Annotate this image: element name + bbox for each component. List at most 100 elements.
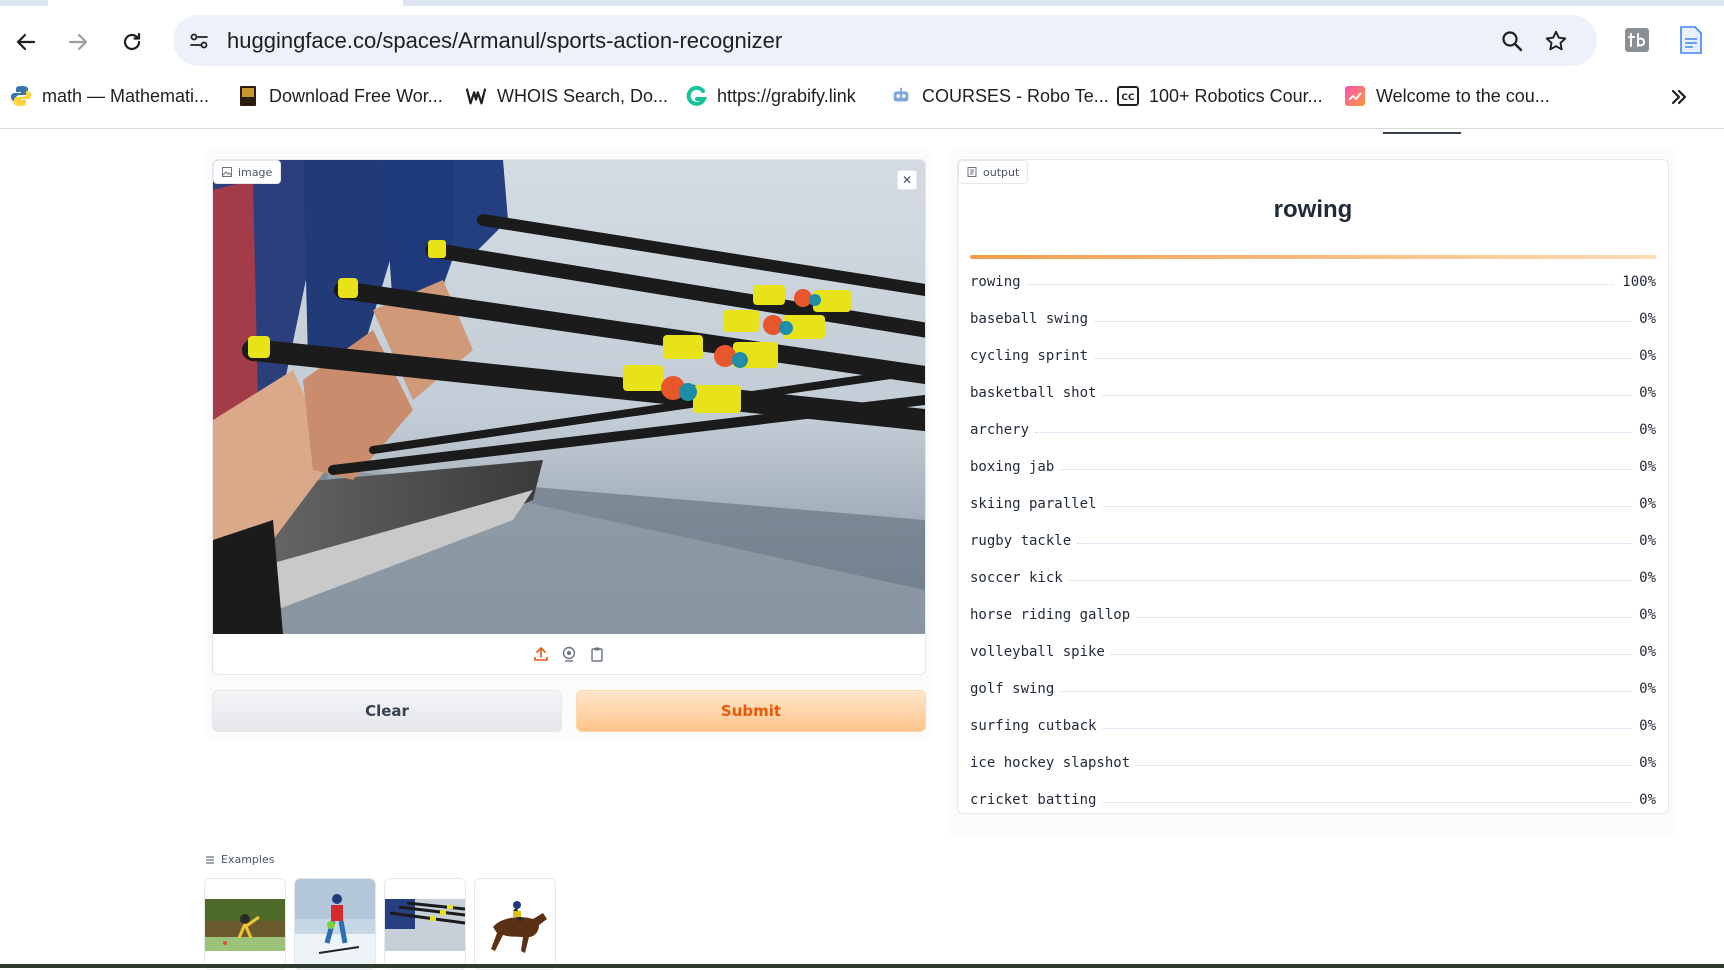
example-thumbnail-skiing[interactable] [294, 878, 376, 970]
confidence-label: horse riding gallop [970, 606, 1131, 623]
confidence-label: surfing cutback [970, 717, 1097, 734]
dotted-leader [1136, 765, 1632, 766]
zoom-icon[interactable] [1498, 27, 1526, 55]
chevron-double-right-icon [1671, 89, 1687, 105]
back-button[interactable] [6, 22, 46, 62]
bookmark-star-icon[interactable] [1542, 27, 1570, 55]
confidence-label: volleyball spike [970, 643, 1105, 660]
confidence-value: 0% [1639, 606, 1656, 623]
confidence-label: rugby tackle [970, 532, 1072, 549]
confidence-value: 0% [1639, 643, 1656, 660]
bookmark-label: COURSES - Robo Te... [922, 85, 1109, 106]
submit-button[interactable]: Submit [576, 690, 926, 732]
bookmark-item[interactable]: Welcome to the cou... [1344, 80, 1550, 112]
webcam-icon[interactable] [560, 645, 578, 663]
output-icon [967, 167, 977, 177]
dotted-leader [1102, 506, 1632, 507]
confidence-label: boxing jab [970, 458, 1055, 475]
forward-button[interactable] [58, 22, 98, 62]
url-text[interactable]: huggingface.co/spaces/Armanul/sports-act… [227, 28, 782, 54]
confidence-value: 0% [1639, 717, 1656, 734]
bookmark-label: Download Free Wor... [269, 85, 443, 106]
site-settings-icon[interactable] [185, 27, 213, 55]
confidence-row: archery 0% [970, 411, 1656, 448]
address-bar[interactable]: huggingface.co/spaces/Armanul/sports-act… [173, 15, 1597, 66]
close-icon: ✕ [901, 173, 913, 187]
dotted-leader [1094, 358, 1632, 359]
dotted-leader [1026, 284, 1615, 285]
confidence-value: 100% [1622, 273, 1656, 290]
welcome-icon [1344, 85, 1366, 107]
bookmark-item[interactable]: WHOIS Search, Do... [465, 80, 668, 112]
confidence-list: rowing 100% baseball swing 0% cycling sprint… [970, 263, 1656, 818]
confidence-value: 0% [1639, 680, 1656, 697]
tab-strip [0, 0, 1724, 6]
confidence-label: cycling sprint [970, 347, 1089, 364]
confidence-row: ice hockey slapshot 0% [970, 744, 1656, 781]
confidence-label: rowing [970, 273, 1021, 290]
active-page-tab-indicator [1383, 132, 1461, 134]
more-bookmarks-button[interactable] [1666, 84, 1692, 110]
bookmark-item[interactable]: https://grabify.link [685, 80, 856, 112]
example-thumbnail-rowing[interactable] [384, 878, 466, 970]
active-tab[interactable] [48, 0, 403, 6]
confidence-row: basketball shot 0% [970, 374, 1656, 411]
list-icon [206, 855, 214, 864]
dotted-leader [1102, 395, 1632, 396]
confidence-row: baseball swing 0% [970, 300, 1656, 337]
predicted-label: rowing [1273, 196, 1353, 223]
confidence-row: volleyball spike 0% [970, 633, 1656, 670]
confidence-label: archery [970, 421, 1030, 438]
reload-button[interactable] [112, 22, 152, 62]
cc-icon: CC [1117, 85, 1139, 107]
clear-image-button[interactable]: ✕ [897, 170, 917, 190]
confidence-row: surfing cutback 0% [970, 707, 1656, 744]
dotted-leader [1068, 580, 1632, 581]
bookmark-item[interactable]: Download Free Wor... [237, 80, 443, 112]
image-source-toolbar [213, 634, 925, 674]
confidence-row: soccer kick 0% [970, 559, 1656, 596]
output-label-chip: output [958, 160, 1029, 184]
confidence-value: 0% [1639, 791, 1656, 808]
confidence-row: rugby tackle 0% [970, 522, 1656, 559]
confidence-bar-fill [970, 255, 1656, 259]
arrow-left-icon [16, 33, 36, 51]
tb-extension-icon[interactable] [1623, 26, 1651, 54]
svg-text:CC: CC [1121, 93, 1135, 103]
confidence-row: golf swing 0% [970, 670, 1656, 707]
confidence-row: cricket batting 0% [970, 781, 1656, 818]
examples-label: Examples [221, 853, 275, 866]
image-input[interactable]: image ✕ [212, 159, 926, 675]
bookmark-item[interactable]: CC 100+ Robotics Cour... [1117, 80, 1323, 112]
image-label-chip: image [213, 160, 282, 184]
uploaded-image [213, 160, 925, 634]
confidence-label: soccer kick [970, 569, 1063, 586]
dotted-leader [1060, 691, 1632, 692]
clipboard-icon[interactable] [588, 645, 606, 663]
confidence-value: 0% [1639, 384, 1656, 401]
confidence-value: 0% [1639, 754, 1656, 771]
grabify-icon [685, 85, 707, 107]
whois-icon [465, 85, 487, 107]
bookmarks-bar: math — Mathemati... Download Free Wor...… [0, 80, 1724, 114]
confidence-value: 0% [1639, 421, 1656, 438]
example-thumbnail-horse[interactable] [474, 878, 556, 970]
example-thumbnail-golf[interactable] [204, 878, 286, 970]
confidence-value: 0% [1639, 310, 1656, 327]
confidence-label: cricket batting [970, 791, 1097, 808]
bookmark-item[interactable]: COURSES - Robo Te... [890, 80, 1109, 112]
docs-extension-icon[interactable] [1677, 26, 1705, 54]
output-chip-label: output [983, 165, 1020, 179]
dotted-leader [1077, 543, 1632, 544]
bookmark-label: https://grabify.link [717, 85, 856, 106]
confidence-label: skiing parallel [970, 495, 1097, 512]
upload-icon[interactable] [532, 645, 550, 663]
bookmark-label: math — Mathemati... [42, 85, 210, 106]
dotted-leader [1110, 654, 1632, 655]
clear-button[interactable]: Clear [212, 690, 562, 732]
bookmark-item[interactable]: math — Mathemati... [10, 80, 209, 112]
confidence-label: golf swing [970, 680, 1055, 697]
taskbar-edge [0, 964, 1724, 968]
confidence-row: cycling sprint 0% [970, 337, 1656, 374]
examples-header: Examples [205, 853, 274, 866]
